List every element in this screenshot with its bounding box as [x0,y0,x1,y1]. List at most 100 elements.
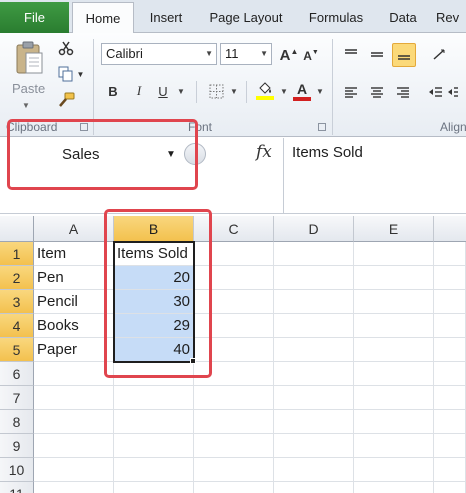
align-right-button[interactable] [392,81,414,103]
bottom-align-button[interactable] [392,43,416,67]
cell-e9[interactable] [354,434,434,458]
cell-f10[interactable] [434,458,466,482]
row-header-6[interactable]: 6 [0,362,34,386]
paste-button[interactable] [10,39,48,77]
tab-review[interactable]: Rev [436,2,466,33]
cell-e10[interactable] [354,458,434,482]
copy-button[interactable]: ▼ [56,65,86,83]
text-orientation-button[interactable] [428,43,458,65]
cell-c7[interactable] [194,386,274,410]
shrink-font-button[interactable]: A ▼ [302,47,320,65]
fill-color-dropdown-arrow[interactable]: ▼ [280,87,288,96]
cell-f4[interactable] [434,314,466,338]
cell-e8[interactable] [354,410,434,434]
cell-e4[interactable] [354,314,434,338]
cell-a7[interactable] [34,386,114,410]
font-color-dropdown-arrow[interactable]: ▼ [316,87,324,96]
middle-align-button[interactable] [366,43,388,65]
cell-a11[interactable] [34,482,114,493]
cell-f2[interactable] [434,266,466,290]
cell-d4[interactable] [274,314,354,338]
cell-a3[interactable]: Pencil [34,290,114,314]
align-center-button[interactable] [366,81,388,103]
cell-c11[interactable] [194,482,274,493]
tab-formulas[interactable]: Formulas [300,2,372,33]
cell-e3[interactable] [354,290,434,314]
copy-dropdown-arrow[interactable]: ▼ [77,70,85,79]
cell-b8[interactable] [114,410,194,434]
borders-dropdown-arrow[interactable]: ▼ [230,87,238,96]
cell-b11[interactable] [114,482,194,493]
cell-d1[interactable] [274,242,354,266]
cell-a9[interactable] [34,434,114,458]
paste-label[interactable]: Paste [12,81,45,96]
column-header-d[interactable]: D [274,216,354,242]
cell-b7[interactable] [114,386,194,410]
cell-d6[interactable] [274,362,354,386]
bold-button[interactable]: B [104,81,122,101]
column-header-a[interactable]: A [34,216,114,242]
row-header-10[interactable]: 10 [0,458,34,482]
cell-e2[interactable] [354,266,434,290]
tab-file[interactable]: File [0,2,69,33]
tab-page-layout[interactable]: Page Layout [200,2,292,33]
cell-f7[interactable] [434,386,466,410]
cut-button[interactable] [56,39,76,57]
cell-d9[interactable] [274,434,354,458]
cell-e5[interactable] [354,338,434,362]
cell-c9[interactable] [194,434,274,458]
cell-a6[interactable] [34,362,114,386]
paste-dropdown-arrow[interactable]: ▼ [22,101,30,110]
cell-a5[interactable]: Paper [34,338,114,362]
cell-f11[interactable] [434,482,466,493]
formula-input[interactable]: Items Sold [283,138,466,214]
cell-b10[interactable] [114,458,194,482]
cell-e7[interactable] [354,386,434,410]
grow-font-button[interactable]: A ▲ [280,45,299,65]
cell-e11[interactable] [354,482,434,493]
row-header-9[interactable]: 9 [0,434,34,458]
indent-button[interactable] [428,81,466,103]
cell-d11[interactable] [274,482,354,493]
fill-color-button[interactable] [254,79,276,103]
cell-e6[interactable] [354,362,434,386]
cell-f3[interactable] [434,290,466,314]
cell-f6[interactable] [434,362,466,386]
row-header-5[interactable]: 5 [0,338,34,362]
row-header-11[interactable]: 11 [0,482,34,493]
cell-d10[interactable] [274,458,354,482]
row-header-3[interactable]: 3 [0,290,34,314]
cell-f8[interactable] [434,410,466,434]
insert-function-button[interactable]: fx [256,142,272,162]
align-left-button[interactable] [340,81,362,103]
cell-c8[interactable] [194,410,274,434]
underline-button[interactable]: U [154,81,172,101]
tab-home[interactable]: Home [72,2,134,34]
cell-a2[interactable]: Pen [34,266,114,290]
row-header-4[interactable]: 4 [0,314,34,338]
cell-a4[interactable]: Books [34,314,114,338]
column-header-e[interactable]: E [354,216,434,242]
cell-d8[interactable] [274,410,354,434]
cell-d5[interactable] [274,338,354,362]
column-header-f[interactable] [434,216,466,242]
cell-f5[interactable] [434,338,466,362]
select-all-corner[interactable] [0,216,34,242]
italic-button[interactable]: I [130,81,148,101]
row-header-1[interactable]: 1 [0,242,34,266]
font-launcher-icon[interactable] [318,123,326,131]
cell-b9[interactable] [114,434,194,458]
tab-data[interactable]: Data [380,2,426,33]
cell-d7[interactable] [274,386,354,410]
cell-d3[interactable] [274,290,354,314]
row-header-8[interactable]: 8 [0,410,34,434]
format-painter-button[interactable] [56,91,76,109]
cell-e1[interactable] [354,242,434,266]
cell-f9[interactable] [434,434,466,458]
underline-dropdown-arrow[interactable]: ▼ [177,87,185,96]
cell-c10[interactable] [194,458,274,482]
borders-button[interactable] [204,81,228,101]
cell-d2[interactable] [274,266,354,290]
top-align-button[interactable] [340,43,362,65]
cell-a1[interactable]: Item [34,242,114,266]
